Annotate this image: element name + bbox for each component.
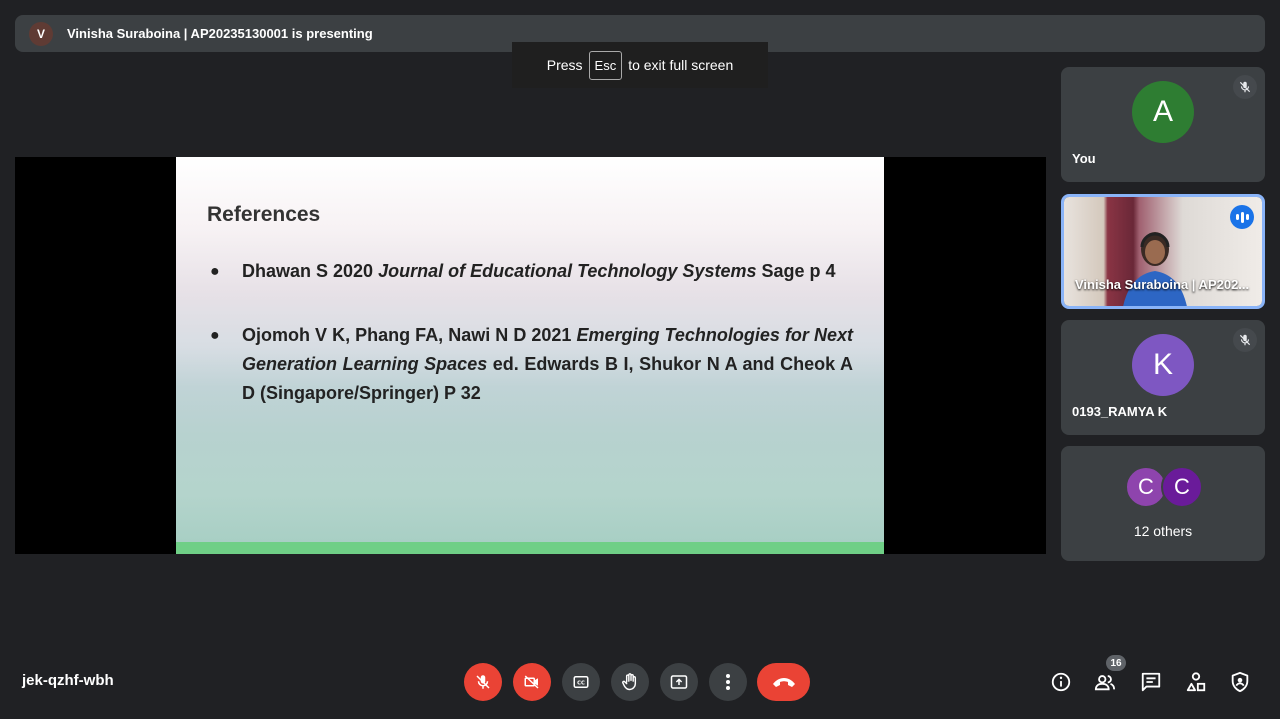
- raise-hand-icon: [622, 673, 637, 691]
- person-video-image: [1123, 232, 1187, 306]
- shared-slide: References ● Dhawan S 2020 Journal of Ed…: [176, 157, 884, 554]
- others-count-label: 12 others: [1133, 523, 1193, 539]
- meeting-code: jek-qzhf-wbh: [22, 672, 114, 689]
- toast-exit-label: to exit full screen: [628, 57, 734, 73]
- toast-press-label: Press: [546, 57, 583, 73]
- chat-icon: [1141, 672, 1161, 692]
- slide-title: References: [207, 203, 321, 226]
- mic-off-icon: [476, 675, 490, 689]
- muted-mic-icon: [1233, 75, 1257, 99]
- muted-mic-icon: [1233, 328, 1257, 352]
- end-call-icon: [772, 678, 795, 687]
- fullscreen-toast: Press Esc to exit full screen: [512, 42, 768, 88]
- captions-icon: CC: [573, 676, 589, 688]
- reference-item: ● Ojomoh V K, Phang FA, Nawi N D 2021 Em…: [207, 321, 853, 408]
- ref-authors: Dhawan S 2020: [242, 261, 379, 281]
- reference-item: ● Dhawan S 2020 Journal of Educational T…: [207, 257, 853, 286]
- info-icon: [1051, 672, 1071, 692]
- chat-button[interactable]: [1137, 668, 1165, 696]
- leave-call-button[interactable]: [757, 663, 810, 701]
- bullet-icon: ●: [210, 327, 220, 344]
- others-avatar-stack: C C: [1125, 466, 1215, 510]
- raise-hand-button[interactable]: [611, 663, 649, 701]
- participant-avatar: K: [1132, 334, 1194, 396]
- camera-off-icon: [524, 675, 539, 689]
- host-controls-icon: [1231, 671, 1249, 693]
- participant-tile-presenter[interactable]: Vinisha Suraboina | AP202...: [1061, 194, 1265, 309]
- presentation-stage: References ● Dhawan S 2020 Journal of Ed…: [15, 157, 1046, 554]
- meeting-details-button[interactable]: [1047, 668, 1075, 696]
- participant-name: Vinisha Suraboina | AP202...: [1075, 277, 1250, 292]
- people-button[interactable]: [1091, 668, 1119, 696]
- participant-avatar: A: [1132, 81, 1194, 143]
- others-tile[interactable]: C C 12 others: [1061, 446, 1265, 561]
- speaking-indicator-icon: [1230, 205, 1254, 229]
- captions-button[interactable]: CC: [562, 663, 600, 701]
- activities-icon: [1186, 672, 1206, 692]
- present-icon: [670, 675, 688, 689]
- mic-toggle-button[interactable]: [464, 663, 502, 701]
- esc-key-hint: Esc: [588, 50, 623, 80]
- bullet-icon: ●: [210, 263, 220, 280]
- svg-text:CC: CC: [577, 681, 585, 687]
- participant-avatar: C: [1161, 466, 1203, 508]
- presenter-status: Vinisha Suraboina | AP20235130001 is pre…: [67, 26, 373, 41]
- more-options-button[interactable]: [709, 663, 747, 701]
- ref-authors: Ojomoh V K, Phang FA, Nawi N D 2021: [242, 325, 577, 345]
- ref-title: Journal of Educational Technology System…: [378, 261, 757, 281]
- participant-count-badge: 16: [1106, 655, 1126, 671]
- people-icon: [1094, 675, 1116, 691]
- presenter-avatar: V: [29, 21, 53, 46]
- participant-tile-you[interactable]: A You: [1061, 67, 1265, 182]
- host-controls-button[interactable]: [1226, 668, 1254, 696]
- participant-tile-ramya[interactable]: K 0193_RAMYA K: [1061, 320, 1265, 435]
- camera-toggle-button[interactable]: [513, 663, 551, 701]
- participant-name: 0193_RAMYA K: [1072, 404, 1168, 419]
- more-options-icon: [726, 674, 730, 690]
- activities-button[interactable]: [1182, 668, 1210, 696]
- ref-details: Sage p 4: [756, 261, 836, 281]
- present-screen-button[interactable]: [660, 663, 698, 701]
- participant-name: You: [1072, 151, 1096, 166]
